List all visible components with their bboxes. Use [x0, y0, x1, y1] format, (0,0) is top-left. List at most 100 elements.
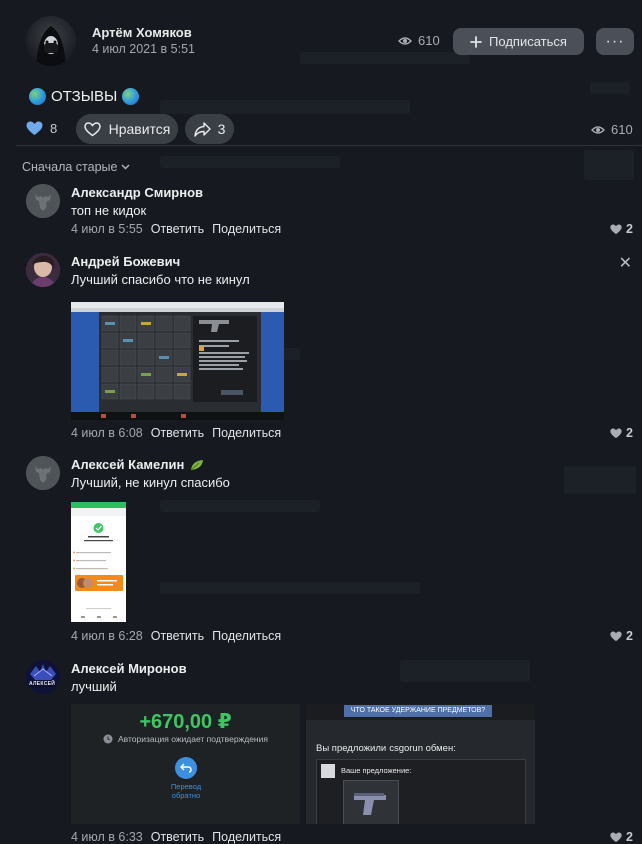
reply-link[interactable]: Ответить — [151, 222, 204, 236]
heart-icon — [610, 428, 622, 438]
trade-item-slot — [343, 780, 399, 824]
comment-text: топ не кидок — [71, 203, 147, 218]
post-like-number: 8 — [50, 121, 58, 136]
post-text-content: ОТЗЫВЫ — [51, 88, 118, 105]
chevron-down-icon — [121, 164, 130, 170]
comment-author[interactable]: Алексей Камелин — [71, 457, 184, 472]
share-arrow-icon — [193, 121, 211, 137]
hooded-figure-icon — [36, 26, 66, 66]
post-text: ОТЗЫВЫ — [29, 88, 140, 105]
comment-photo-attachment[interactable] — [71, 302, 284, 420]
author-avatar[interactable] — [26, 16, 76, 66]
plus-icon — [470, 35, 482, 48]
comment-author-row: Алексей Камелин — [71, 457, 205, 472]
clock-icon — [103, 734, 113, 744]
reply-link[interactable]: Ответить — [151, 629, 204, 643]
comment-like-button[interactable]: 2 — [610, 629, 633, 643]
return-transfer-button — [175, 757, 197, 779]
share-link[interactable]: Поделиться — [212, 629, 281, 643]
more-button[interactable]: ··· — [596, 28, 634, 55]
trade-offer-heading: Вы предложили csgorun обмен: — [316, 743, 456, 754]
comments-sort-dropdown[interactable]: Сначала старые — [22, 160, 130, 174]
divider — [16, 145, 642, 146]
trade-help-button: ЧТО ТАКОЕ УДЕРЖАНИЕ ПРЕДМЕТОВ? — [344, 705, 492, 717]
comment-text: Лучший, не кинул спасибо — [71, 475, 230, 490]
payment-amount: +670,00 ₽ — [139, 711, 232, 733]
post-views-count-bottom: 610 — [611, 122, 633, 137]
comment-date[interactable]: 4 июл в 5:55 — [71, 222, 143, 236]
comment-avatar[interactable] — [26, 456, 60, 490]
globe-emoji-icon — [122, 88, 140, 105]
comment: АЛЕКСЕЙ Алексей Миронов лучший +670,00 ₽… — [26, 660, 636, 844]
trade-offer-text: Вы предложили — [316, 743, 387, 754]
heart-filled-icon — [26, 121, 43, 135]
post-date[interactable]: 4 июл 2021 в 5:51 — [92, 42, 195, 56]
like-button[interactable]: Нравится — [76, 114, 178, 144]
like-button-label: Нравится — [108, 121, 171, 137]
comment-text: Лучший спасибо что не кинул — [71, 272, 250, 287]
comment-like-count: 2 — [626, 830, 633, 844]
default-deer-avatar-icon — [26, 184, 60, 218]
close-icon[interactable]: ✕ — [619, 253, 632, 273]
trade-your-offer: Ваше предложение: — [341, 766, 412, 775]
comment-text: лучший — [71, 679, 117, 694]
share-link[interactable]: Поделиться — [212, 426, 281, 440]
eye-icon — [591, 125, 605, 134]
comment-photo-attachment[interactable]: +670,00 ₽ Авторизация ожидает подтвержде… — [71, 704, 300, 824]
comment-like-button[interactable]: 2 — [610, 830, 633, 844]
heart-icon — [610, 224, 622, 234]
share-link[interactable]: Поделиться — [212, 830, 281, 844]
post-author-name[interactable]: Артём Хомяков — [92, 25, 192, 40]
comment-like-count: 2 — [626, 629, 633, 643]
comment-meta: 4 июл в 6:28 Ответить Поделиться — [71, 629, 281, 643]
comment: Андрей Божевич Лучший спасибо что не кин… — [26, 253, 636, 443]
globe-emoji-icon — [29, 88, 46, 105]
comments-sort-label: Сначала старые — [22, 160, 118, 174]
comment-avatar[interactable] — [26, 253, 60, 287]
reply-link[interactable]: Ответить — [151, 830, 204, 844]
comment-meta: 4 июл в 5:55 Ответить Поделиться — [71, 222, 281, 236]
comment-photo-attachment[interactable] — [71, 502, 126, 622]
return-arrow-icon — [180, 763, 192, 773]
comment-author[interactable]: Алексей Миронов — [71, 661, 187, 676]
comment-avatar[interactable]: АЛЕКСЕЙ — [26, 660, 60, 694]
default-deer-avatar-icon — [26, 456, 60, 490]
post-views-bottom: 610 — [591, 122, 633, 137]
comment: Алексей Камелин Лучший, не кинул спасибо… — [26, 456, 636, 646]
comment-author[interactable]: Александр Смирнов — [71, 185, 203, 200]
heart-outline-icon — [83, 121, 101, 136]
post-views-top: 610 — [398, 33, 440, 48]
payment-status: Авторизация ожидает подтверждения — [118, 734, 268, 744]
reply-link[interactable]: Ответить — [151, 426, 204, 440]
share-link[interactable]: Поделиться — [212, 222, 281, 236]
comment-like-button[interactable]: 2 — [610, 426, 633, 440]
comment-avatar[interactable] — [26, 184, 60, 218]
comment-date[interactable]: 4 июл в 6:08 — [71, 426, 143, 440]
comment-like-button[interactable]: 2 — [610, 222, 633, 236]
deagle-weapon-icon — [354, 793, 386, 815]
comment-meta: 4 июл в 6:08 Ответить Поделиться — [71, 426, 281, 440]
user-avatar-small — [321, 764, 335, 778]
comment-date[interactable]: 4 июл в 6:33 — [71, 830, 143, 844]
comment-photo-attachment[interactable]: ЧТО ТАКОЕ УДЕРЖАНИЕ ПРЕДМЕТОВ? Вы предло… — [306, 704, 535, 824]
user-photo-avatar — [26, 253, 60, 287]
subscribe-button[interactable]: Подписаться — [453, 28, 584, 55]
team-logo-avatar — [26, 660, 60, 694]
post-views-count: 610 — [418, 33, 440, 48]
game-inventory-screenshot — [71, 302, 284, 420]
comment-author[interactable]: Андрей Божевич — [71, 254, 180, 269]
comment-like-count: 2 — [626, 426, 633, 440]
post-like-count[interactable]: 8 — [26, 121, 57, 136]
post-actions: 8 Нравится 3 610 — [24, 114, 636, 144]
heart-icon — [610, 631, 622, 641]
post-header: Артём Хомяков 4 июл 2021 в 5:51 610 Подп… — [24, 14, 634, 66]
avatar-caption: АЛЕКСЕЙ — [29, 681, 56, 687]
trade-offer-user: csgorun обмен: — [389, 743, 456, 754]
leaf-emoji-icon — [191, 459, 204, 470]
comment-date[interactable]: 4 июл в 6:28 — [71, 629, 143, 643]
comment-like-count: 2 — [626, 222, 633, 236]
more-icon: ··· — [605, 32, 625, 50]
share-button[interactable]: 3 — [185, 114, 234, 144]
share-count: 3 — [217, 121, 226, 137]
payment-success-screenshot — [71, 502, 126, 622]
